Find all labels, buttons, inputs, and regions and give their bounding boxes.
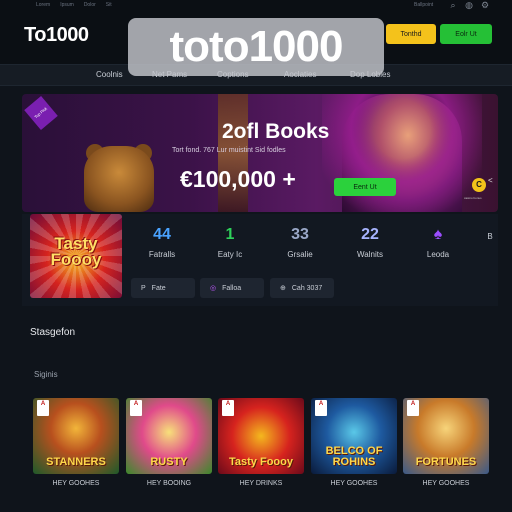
game-tile[interactable]: A RUSTY [126,398,212,474]
hero-banner[interactable]: Top Pick 2ofl Books Tort fond. 767 Lur m… [22,94,498,212]
bonus-amount: €100,000 + [180,166,296,192]
pill-label: Falloa [222,284,242,292]
card-icon: A [130,400,142,416]
casino-page: Lorem Ipsum Dolor Sit To1000 Ballpoint ⌕… [0,0,512,512]
stat-value: 1 [225,226,235,243]
globe-icon[interactable]: ◍ [464,0,474,10]
card-icon: A [407,400,419,416]
hero-badge: Top Pick [24,95,58,131]
game-tile-title: Tasty Foooy [229,456,293,468]
card-icon: A [37,400,49,416]
stat-value: 22 [361,226,379,243]
featured-game-card[interactable]: Tasty Foooy [30,214,122,298]
game-tile-title: STANNERS [46,456,106,468]
spade-icon: ♠ [433,226,443,243]
chevron-left-icon[interactable]: < [488,176,493,185]
game-tile-label[interactable]: HEY BOOING [126,480,212,487]
filter-pill[interactable]: ◎ Falloa [200,278,264,298]
game-tile-title: BELCO OF ROHINS [325,445,383,468]
filter-pill[interactable]: ⊕ Cah 3037 [270,278,334,298]
top-link[interactable]: Lorem [36,2,50,8]
top-link[interactable]: Dolor [84,2,96,8]
pill-label: Fate [151,284,166,292]
section-subheading: Siginis [34,370,58,379]
stat-label: Eaty Ic [217,250,243,259]
site-logo[interactable]: To1000 [24,24,89,47]
stat-item[interactable]: 33 Grsalie [270,226,330,259]
section-heading: Stasgefon [30,327,76,338]
watermark-overlay: toto1000 [128,18,384,76]
stat-label: Grsalie [287,250,313,259]
stat-label: Leoda [426,250,450,259]
game-tile-title: RUSTY [150,456,188,468]
coin-icon: C [472,178,486,192]
stat-value: 33 [291,226,309,243]
hero-brand-text: casino bonus [464,196,482,200]
login-button[interactable]: Tonthd [386,24,436,44]
stat-item[interactable]: ♠ Leoda [408,226,468,259]
top-link[interactable]: Ipsum [60,2,74,8]
stat-item[interactable]: 44 Fatralls [132,226,192,259]
game-tile[interactable]: A BELCO OF ROHINS [311,398,397,474]
stat-value: 44 [153,226,171,243]
card-icon: A [222,400,234,416]
pill-label: Cah 3037 [291,284,323,292]
hero-title: 2ofl Books [222,120,330,143]
join-button[interactable]: Eolr Ut [440,24,492,44]
game-tile-label[interactable]: HEY GOOHES [311,480,397,487]
stat-label: B [487,232,493,241]
hero-cta-button[interactable]: Eent Ut [334,178,396,196]
game-tile-title: FORTUNES [415,456,477,468]
top-links: Lorem Ipsum Dolor Sit [36,2,112,8]
game-tile[interactable]: A STANNERS [33,398,119,474]
pill-icon: P [141,284,146,292]
featured-game-title: Tasty Foooy [50,234,102,269]
nav-item[interactable]: Coolnis [96,70,123,79]
game-tile-label[interactable]: HEY GOOHES [33,480,119,487]
stat-item[interactable]: 1 Eaty Ic [200,226,260,259]
hero-subtitle: Tort fond. 767 Lur muistint Sid fodles [172,147,286,154]
filter-pill[interactable]: P Fate [131,278,195,298]
stat-item[interactable]: B [470,226,510,241]
game-tile-label[interactable]: HEY DRINKS [218,480,304,487]
game-tile[interactable]: A FORTUNES [403,398,489,474]
stat-label: Fatralls [148,250,176,259]
bear-mascot-image [84,146,154,212]
pill-icon: ◎ [210,285,217,292]
card-icon: A [315,400,327,416]
stat-item[interactable]: 22 Walnits [340,226,400,259]
settings-icon[interactable]: ⚙ [480,0,490,10]
game-tile-label[interactable]: HEY GOOHES [403,480,489,487]
account-text[interactable]: Ballpoint [414,2,433,8]
stat-label: Walnits [357,250,383,259]
pill-icon: ⊕ [280,285,286,292]
search-icon[interactable]: ⌕ [448,0,458,10]
top-link[interactable]: Sit [106,2,112,8]
game-tile[interactable]: A Tasty Foooy [218,398,304,474]
